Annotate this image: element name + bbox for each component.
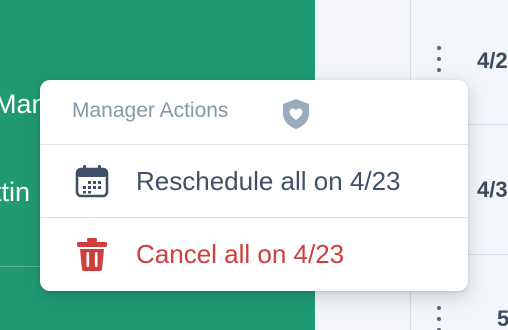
shield-heart-icon xyxy=(283,99,309,129)
reschedule-all-button[interactable]: Reschedule all on 4/23 xyxy=(40,145,468,218)
row-options-icon[interactable] xyxy=(434,306,444,330)
cancel-all-label: Cancel all on 4/23 xyxy=(136,239,345,269)
calendar-icon xyxy=(75,165,109,198)
manager-actions-menu: Manager Actions Reschedule all on 4/23 C… xyxy=(40,80,468,291)
reschedule-all-label: Reschedule all on 4/23 xyxy=(136,166,401,196)
cancel-all-button[interactable]: Cancel all on 4/23 xyxy=(40,218,468,290)
row-options-icon[interactable] xyxy=(434,46,444,72)
menu-header: Manager Actions xyxy=(40,80,468,145)
schedule-row-date: 5 xyxy=(497,306,508,330)
schedule-row-date: 4/2 xyxy=(477,48,508,73)
sidebar-item-label: ttin xyxy=(0,177,31,207)
menu-title: Manager Actions xyxy=(72,99,229,122)
schedule-row-date: 4/3 xyxy=(477,177,508,202)
app-page: Man ttin 4/2 4/3 5 Manager Actions xyxy=(0,0,508,330)
trash-icon xyxy=(77,238,107,271)
sidebar-item-settings[interactable]: ttin xyxy=(0,177,30,208)
